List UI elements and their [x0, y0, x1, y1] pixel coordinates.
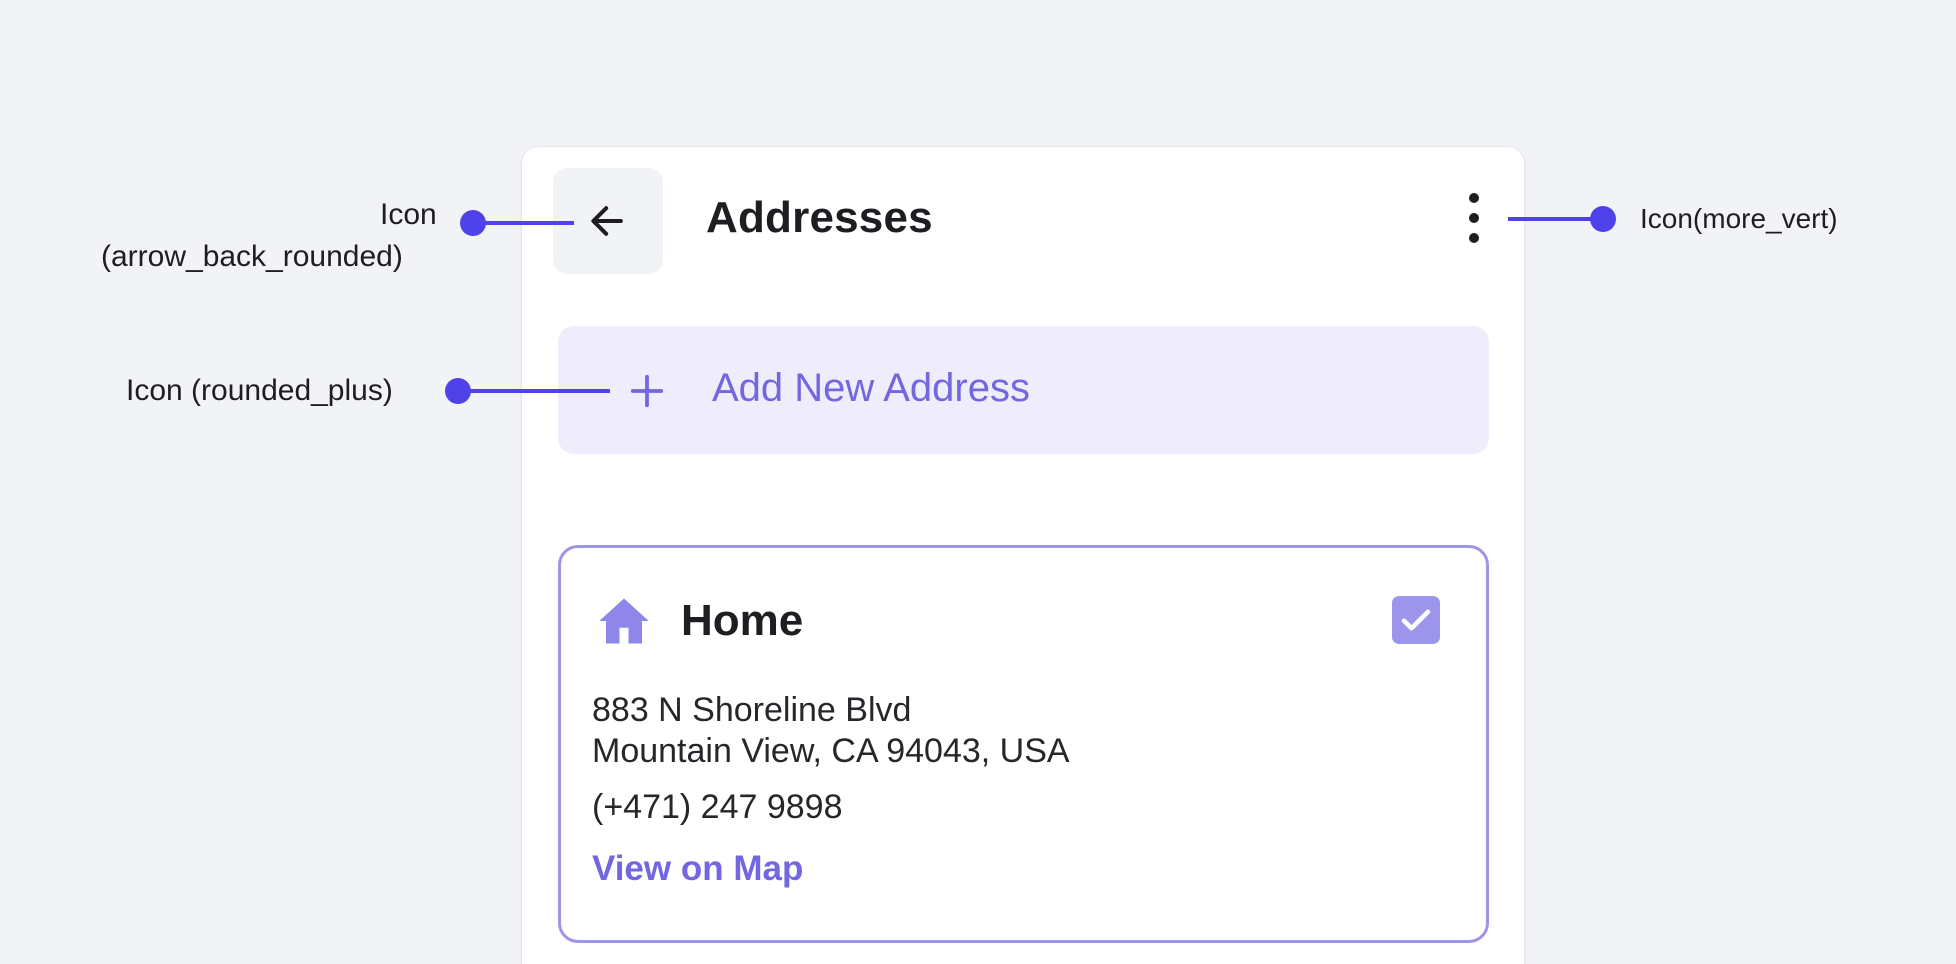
add-new-address-button[interactable]: Add New Address: [558, 326, 1489, 454]
more-options-button[interactable]: [1464, 193, 1484, 243]
canvas: Addresses Add New Address Home 883 N Sho…: [0, 0, 1956, 964]
annotation-plus-line: [458, 389, 610, 393]
more-vert-icon: [1469, 193, 1479, 203]
annotation-more-line: [1508, 217, 1602, 221]
annotation-more-label: Icon(more_vert): [1640, 203, 1838, 234]
address-card[interactable]: Home 883 N Shoreline Blvd Mountain View,…: [558, 545, 1489, 943]
address-line-2: Mountain View, CA 94043, USA: [592, 732, 1070, 770]
add-new-address-label: Add New Address: [712, 366, 1030, 410]
check-icon: [1401, 609, 1431, 631]
home-icon: [599, 598, 649, 644]
address-phone: (+471) 247 9898: [592, 788, 843, 826]
annotation-more-dot: [1590, 206, 1616, 232]
annotation-plus-label: Icon (rounded_plus): [126, 374, 393, 407]
phone-screen: Addresses Add New Address Home 883 N Sho…: [522, 147, 1524, 964]
plus-icon: [630, 374, 664, 408]
annotation-back-label-2: (arrow_back_rounded): [101, 240, 403, 273]
view-on-map-link[interactable]: View on Map: [592, 849, 803, 889]
select-checkbox[interactable]: [1392, 596, 1440, 644]
address-line-1: 883 N Shoreline Blvd: [592, 691, 912, 729]
annotation-back-line: [472, 221, 574, 225]
arrow-back-icon: [591, 206, 623, 236]
address-label: Home: [681, 596, 804, 645]
annotation-back-label-1: Icon: [380, 198, 437, 231]
page-title: Addresses: [706, 193, 933, 242]
